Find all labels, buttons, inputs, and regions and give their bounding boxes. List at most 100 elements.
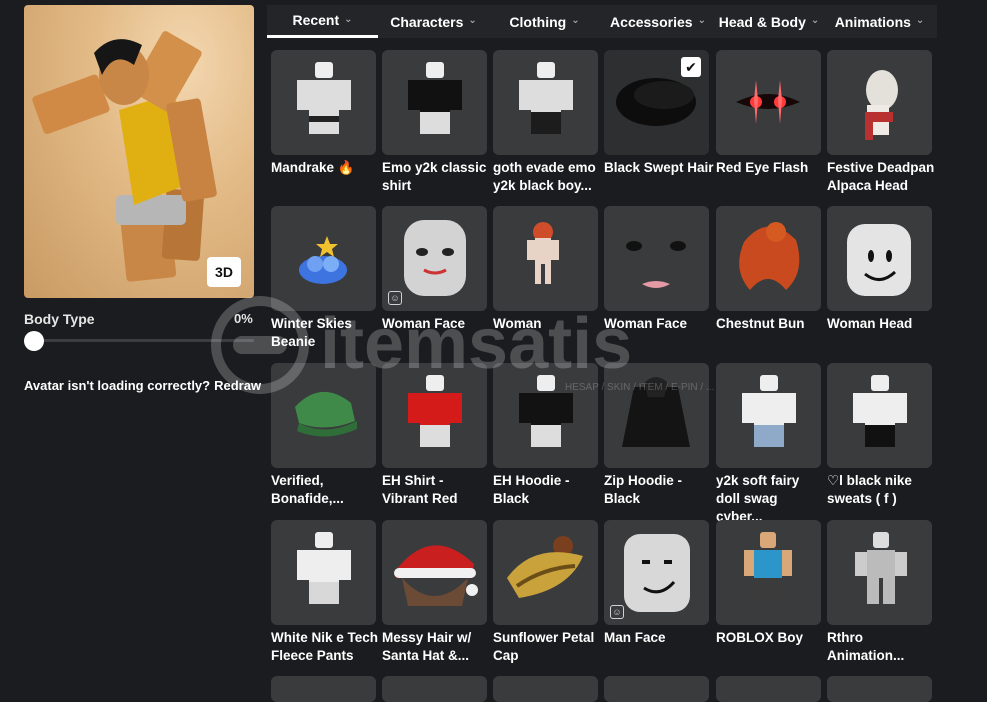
item-card[interactable] [493, 520, 598, 625]
tab-recent[interactable]: Recent ⌄ [267, 5, 378, 38]
item-card[interactable] [716, 363, 821, 468]
item-card[interactable] [604, 363, 709, 468]
item-thumbnail [527, 222, 559, 284]
item-name[interactable]: Red Eye Flash [716, 159, 826, 177]
item-card[interactable] [604, 676, 709, 702]
item-card[interactable] [382, 520, 487, 625]
tab-label: Characters [390, 13, 464, 30]
item-name[interactable]: Chestnut Bun [716, 315, 826, 333]
item-name[interactable]: Mandrake 🔥 [271, 159, 381, 177]
tab-label: Recent [292, 12, 340, 28]
item-name[interactable]: Festive Deadpan Alpaca Head [827, 159, 937, 195]
item-name[interactable]: Woman Face [382, 315, 492, 333]
item-card[interactable] [271, 206, 376, 311]
tab-animations[interactable]: Animations ⌄ [822, 5, 937, 38]
item-name[interactable]: Winter Skies Beanie [271, 315, 381, 351]
item-thumbnail [744, 532, 792, 602]
item-card[interactable] [716, 520, 821, 625]
item-thumbnail [622, 377, 690, 447]
face-icon: ☺ [388, 291, 402, 305]
item-thumbnail [299, 236, 347, 284]
item-card[interactable] [271, 50, 376, 155]
item-card[interactable] [271, 520, 376, 625]
item-name[interactable]: Messy Hair w/Santa Hat &... [382, 629, 492, 665]
tab-label: Accessories [610, 13, 693, 30]
item-name[interactable]: Sunflower Petal Cap [493, 629, 603, 665]
item-thumbnail [519, 375, 573, 447]
body-type-label: Body Type [24, 311, 95, 327]
chevron-down-icon: ⌄ [915, 15, 925, 26]
tab-label: Head & Body [718, 13, 806, 30]
item-card[interactable] [382, 363, 487, 468]
item-name[interactable]: y2k soft fairy doll swag cyber... [716, 472, 826, 526]
item-card[interactable] [827, 363, 932, 468]
check-icon: ✔ [681, 57, 701, 77]
item-name[interactable]: White Nik e Tech Fleece Pants [271, 629, 381, 665]
item-card[interactable] [493, 50, 598, 155]
item-thumbnail [408, 62, 462, 134]
item-thumbnail [739, 222, 800, 290]
item-name[interactable]: Zip Hoodie - Black [604, 472, 714, 508]
item-card[interactable] [827, 676, 932, 702]
item-card[interactable] [716, 676, 821, 702]
item-card[interactable] [382, 676, 487, 702]
avatar-preview[interactable]: 3D [24, 5, 254, 298]
tab-label: Clothing [509, 13, 567, 30]
body-type-slider-thumb[interactable] [24, 331, 44, 351]
item-name[interactable]: Woman [493, 315, 603, 333]
item-name[interactable]: Emo y2k classic shirt [382, 159, 492, 195]
redraw-message: Avatar isn't loading correctly? [24, 378, 211, 393]
face-icon: ☺ [610, 605, 624, 619]
item-card-selected[interactable]: ✔ [604, 50, 709, 155]
item-card[interactable] [271, 676, 376, 702]
chevron-down-icon: ⌄ [697, 15, 706, 26]
item-name[interactable]: ROBLOX Boy [716, 629, 826, 647]
item-card[interactable] [604, 206, 709, 311]
item-name[interactable]: Black Swept Hair [604, 159, 714, 177]
item-card[interactable] [382, 50, 487, 155]
item-thumbnail [853, 375, 907, 447]
item-name[interactable]: Verified, Bonafide,... [271, 472, 381, 508]
chevron-down-icon: ⌄ [344, 13, 353, 25]
body-type-value: 0% [234, 311, 253, 326]
item-card[interactable] [827, 206, 932, 311]
item-thumbnail [394, 545, 478, 606]
item-card[interactable] [271, 363, 376, 468]
item-card[interactable] [827, 520, 932, 625]
redraw-link[interactable]: Redraw [214, 378, 261, 393]
item-card[interactable] [493, 206, 598, 311]
chevron-down-icon: ⌄ [810, 15, 820, 26]
item-thumbnail [847, 224, 911, 296]
item-name[interactable]: EH Hoodie - Black [493, 472, 603, 508]
body-type-slider-track[interactable] [34, 339, 254, 342]
item-thumbnail [408, 375, 462, 447]
category-tabs: Recent ⌄ Characters ⌄ Clothing ⌄ Accessorie… [267, 5, 937, 38]
item-card[interactable] [493, 363, 598, 468]
item-card[interactable] [827, 50, 932, 155]
item-thumbnail [297, 532, 351, 604]
item-name[interactable]: Woman Head [827, 315, 937, 333]
tab-head-body[interactable]: Head & Body ⌄ [716, 5, 822, 38]
tab-characters[interactable]: Characters ⌄ [378, 5, 489, 38]
item-card[interactable] [716, 206, 821, 311]
tab-label: Animations [834, 13, 911, 30]
chevron-down-icon: ⌄ [468, 15, 477, 26]
item-name[interactable]: Man Face [604, 629, 714, 647]
item-card[interactable]: ☺ [382, 206, 487, 311]
item-name[interactable]: goth evade emo y2k black boy... [493, 159, 603, 195]
item-name[interactable]: Rthro Animation... [827, 629, 937, 665]
item-thumbnail [626, 241, 686, 288]
item-card[interactable] [716, 50, 821, 155]
item-card[interactable]: ☺ [604, 520, 709, 625]
item-thumbnail [295, 391, 357, 437]
item-card[interactable] [493, 676, 598, 702]
item-name[interactable]: EH Shirt - Vibrant Red [382, 472, 492, 508]
item-name[interactable]: ♡l black nike sweats ( f ) [827, 472, 937, 508]
tab-clothing[interactable]: Clothing ⌄ [489, 5, 600, 38]
item-name[interactable]: Woman Face [604, 315, 714, 333]
3d-toggle-button[interactable]: 3D [207, 257, 241, 287]
item-thumbnail [855, 532, 907, 604]
redraw-row: Avatar isn't loading correctly? Redraw [24, 378, 265, 393]
item-thumbnail [519, 62, 573, 134]
tab-accessories[interactable]: Accessories ⌄ [600, 5, 716, 38]
